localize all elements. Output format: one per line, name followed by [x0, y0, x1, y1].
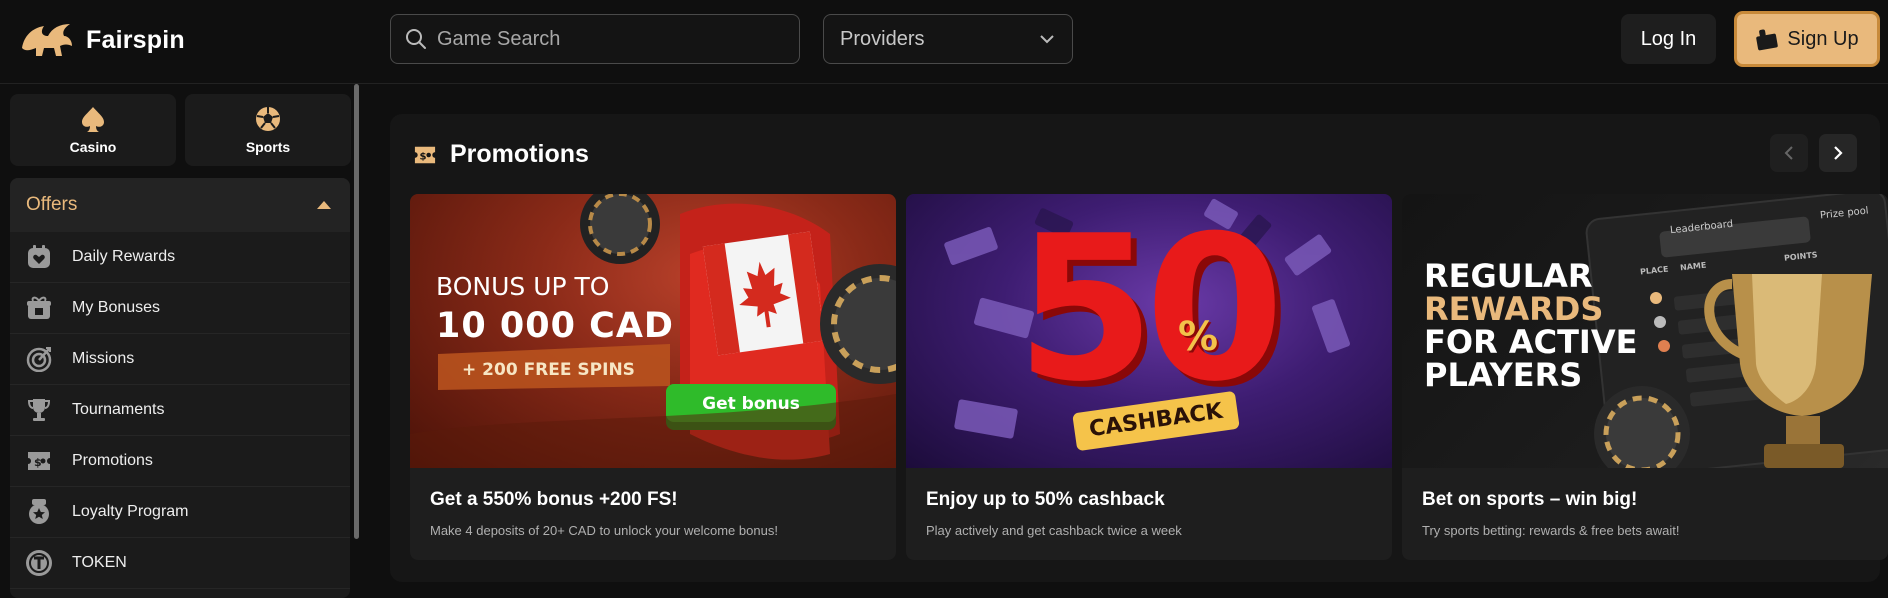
carousel-prev-button[interactable] [1770, 134, 1808, 172]
promo-banner-rewards: REGULAR REWARDS FOR ACTIVE PLAYERS Leade… [1402, 194, 1888, 468]
banner-line-3: + 200 FREE SPINS [462, 360, 635, 380]
soccer-ball-icon [256, 107, 280, 131]
promo-card-subtitle: Play actively and get cashback twice a w… [926, 523, 1182, 538]
ticket-icon: $ [24, 446, 54, 476]
promo-card-sports-rewards[interactable]: REGULAR REWARDS FOR ACTIVE PLAYERS Leade… [1402, 194, 1888, 560]
winged-lion-logo-icon [22, 24, 72, 56]
gift-icon [24, 293, 54, 323]
sidebar-item-label: Daily Rewards [72, 248, 176, 265]
search-input[interactable] [437, 27, 767, 51]
promotions-heading: $ Promotions [412, 140, 589, 169]
sidebar-item-label: TOKEN [72, 554, 127, 571]
svg-text:$: $ [420, 151, 427, 162]
search-icon [406, 29, 426, 49]
top-header: Fairspin Providers Log In Sign Up [0, 0, 1888, 84]
nav-tile-sports[interactable]: Sports [185, 94, 351, 166]
sidebar-item-my-bonuses[interactable]: My Bonuses [10, 283, 350, 334]
chevron-left-icon [1784, 146, 1793, 160]
banner-line-1: BONUS UP TO [436, 272, 610, 301]
providers-label: Providers [840, 27, 925, 50]
banner-big-number: 50 [1016, 194, 1284, 426]
token-icon [24, 548, 54, 578]
promotions-title: Promotions [450, 140, 589, 168]
chevron-up-icon [317, 201, 331, 209]
promo-card-title: Get a 550% bonus +200 FS! [430, 489, 678, 510]
calendar-heart-icon [24, 242, 54, 272]
sidebar-item-tournaments[interactable]: Tournaments [10, 385, 350, 436]
promo-card-subtitle: Make 4 deposits of 20+ CAD to unlock you… [430, 523, 778, 538]
sidebar-item-label: Tournaments [72, 401, 165, 418]
sidebar-item-label: Missions [72, 350, 135, 367]
banner-get-bonus-button[interactable]: Get bonus [666, 394, 836, 414]
sidebar-item-promotions[interactable]: $ Promotions [10, 436, 350, 487]
banner-percent: % [1178, 314, 1219, 360]
sidebar-item-label: My Bonuses [72, 299, 161, 316]
promo-banner-welcome: BONUS UP TO 10 000 CAD + 200 FREE SPINS … [410, 194, 896, 468]
banner-line-3: FOR ACTIVE [1424, 323, 1638, 361]
banner-line-2: 10 000 CAD [436, 306, 674, 346]
signup-label: Sign Up [1787, 27, 1859, 50]
spade-icon [82, 107, 104, 132]
sidebar-item-label: Loyalty Program [72, 503, 189, 520]
promo-card-title: Enjoy up to 50% cashback [926, 489, 1165, 510]
promo-card-subtitle: Try sports betting: rewards & free bets … [1422, 523, 1680, 538]
sidebar-item-token[interactable]: TOKEN [10, 538, 350, 589]
promo-card-cashback[interactable]: 50 % CASHBACK Enjoy up to 50% cashback P… [906, 194, 1392, 560]
trophy-icon [24, 395, 54, 425]
nav-tile-label: Casino [69, 139, 117, 155]
sidebar-item-daily-rewards[interactable]: Daily Rewards [10, 232, 350, 283]
nav-tile-casino[interactable]: Casino [10, 94, 176, 166]
ticket-icon: $ [414, 146, 436, 163]
promotions-panel: $ Promotions BONUS UP TO 10 000 CAD + 20… [390, 114, 1888, 582]
sidebar-item-loyalty-program[interactable]: Loyalty Program [10, 487, 350, 538]
chevron-right-icon [1834, 146, 1843, 160]
offers-header[interactable]: Offers [10, 178, 350, 232]
carousel-next-button[interactable] [1819, 134, 1857, 172]
brand-logo[interactable]: Fairspin [18, 18, 185, 62]
svg-text:$: $ [34, 456, 42, 469]
promo-card-title: Bet on sports – win big! [1422, 489, 1638, 510]
banner-line-2: REWARDS [1424, 290, 1604, 328]
banner-line-4: PLAYERS [1424, 356, 1583, 394]
login-button[interactable]: Log In [1621, 14, 1716, 64]
search-box[interactable] [390, 14, 800, 64]
gift-box-icon [1756, 29, 1779, 51]
offers-section: Offers Daily Rewards My Bonuses Missions [10, 178, 350, 598]
chevron-down-icon [1040, 34, 1054, 43]
signup-button[interactable]: Sign Up [1734, 11, 1880, 67]
brand-name: Fairspin [86, 25, 185, 54]
banner-line-1: REGULAR [1424, 257, 1593, 295]
sidebar-scrollbar[interactable] [354, 84, 359, 539]
offers-title: Offers [26, 194, 78, 215]
providers-dropdown[interactable]: Providers [823, 14, 1073, 64]
promo-card-welcome-bonus[interactable]: BONUS UP TO 10 000 CAD + 200 FREE SPINS … [410, 194, 896, 560]
badge-icon [24, 497, 54, 527]
promo-banner-cashback: 50 % CASHBACK [906, 194, 1392, 468]
sidebar-item-label: Promotions [72, 452, 153, 469]
sidebar-item-missions[interactable]: Missions [10, 334, 350, 385]
target-icon [24, 344, 54, 374]
sidebar: Casino Sports Offers Daily Rewards My Bo… [0, 84, 360, 598]
nav-tile-label: Sports [245, 139, 291, 155]
